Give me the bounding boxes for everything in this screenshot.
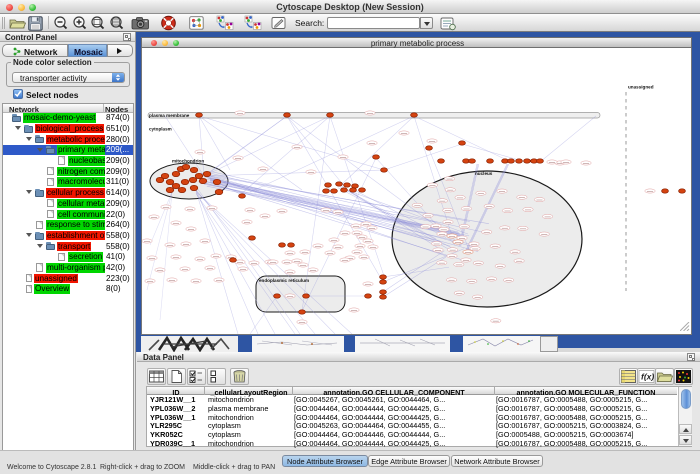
svg-text:unassigned: unassigned (628, 85, 654, 90)
svg-text:mitochondrion: mitochondrion (172, 159, 204, 164)
svg-text:f(x): f(x) (641, 372, 654, 382)
svg-text:cytoplasm: cytoplasm (149, 127, 172, 132)
svg-text:endoplasmic reticulum: endoplasmic reticulum (259, 278, 309, 283)
svg-text:nucleus: nucleus (475, 171, 493, 176)
svg-text:plasma membrane: plasma membrane (149, 113, 190, 118)
